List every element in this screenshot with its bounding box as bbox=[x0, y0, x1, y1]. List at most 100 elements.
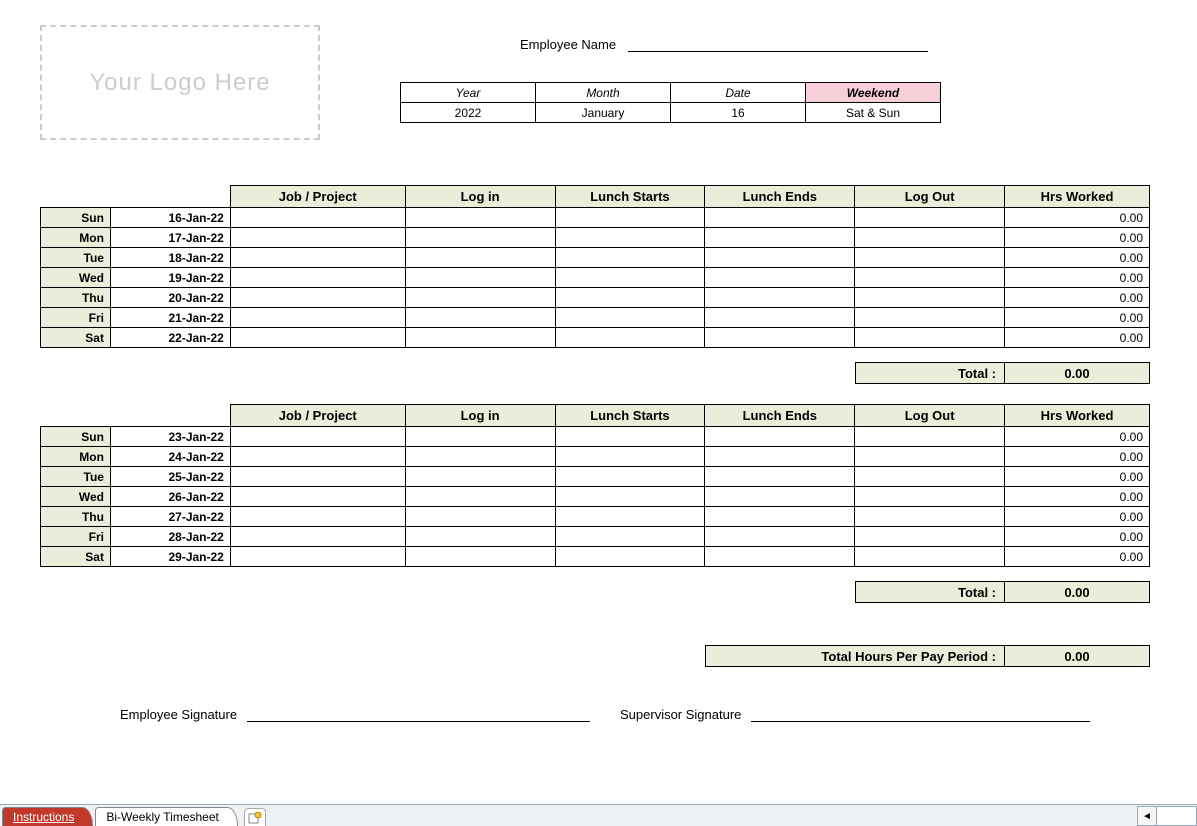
job-cell[interactable] bbox=[230, 487, 405, 507]
job-cell[interactable] bbox=[230, 228, 405, 248]
job-cell[interactable] bbox=[230, 308, 405, 328]
date-cell: 25-Jan-22 bbox=[110, 467, 230, 487]
login-cell[interactable] bbox=[405, 507, 555, 527]
login-cell[interactable] bbox=[405, 248, 555, 268]
table-row: Sun23-Jan-220.00 bbox=[41, 427, 1150, 447]
week1-table: Job / Project Log in Lunch Starts Lunch … bbox=[40, 185, 1150, 348]
lunch-start-cell[interactable] bbox=[555, 527, 705, 547]
lunch-start-cell[interactable] bbox=[555, 308, 705, 328]
lunch-end-cell[interactable] bbox=[705, 208, 855, 228]
scroll-left-button[interactable]: ◄ bbox=[1137, 806, 1157, 826]
employee-name-label: Employee Name bbox=[520, 37, 616, 52]
login-cell[interactable] bbox=[405, 308, 555, 328]
table-row: Tue25-Jan-220.00 bbox=[41, 467, 1150, 487]
login-cell[interactable] bbox=[405, 228, 555, 248]
job-cell[interactable] bbox=[230, 208, 405, 228]
date-cell: 18-Jan-22 bbox=[110, 248, 230, 268]
col-login: Log in bbox=[405, 405, 555, 427]
lunch-end-cell[interactable] bbox=[705, 547, 855, 567]
job-cell[interactable] bbox=[230, 547, 405, 567]
lunch-start-cell[interactable] bbox=[555, 208, 705, 228]
table-row: Sat22-Jan-220.00 bbox=[41, 328, 1150, 348]
lunch-start-cell[interactable] bbox=[555, 328, 705, 348]
lunch-start-cell[interactable] bbox=[555, 507, 705, 527]
logout-cell[interactable] bbox=[855, 507, 1005, 527]
tab-timesheet[interactable]: Bi-Weekly Timesheet bbox=[95, 807, 237, 826]
hrs-worked-cell: 0.00 bbox=[1005, 268, 1150, 288]
logout-cell[interactable] bbox=[855, 308, 1005, 328]
lunch-end-cell[interactable] bbox=[705, 308, 855, 328]
lunch-start-cell[interactable] bbox=[555, 268, 705, 288]
lunch-start-cell[interactable] bbox=[555, 467, 705, 487]
lunch-end-cell[interactable] bbox=[705, 268, 855, 288]
lunch-start-cell[interactable] bbox=[555, 288, 705, 308]
login-cell[interactable] bbox=[405, 547, 555, 567]
logout-cell[interactable] bbox=[855, 467, 1005, 487]
job-cell[interactable] bbox=[230, 427, 405, 447]
day-cell: Thu bbox=[41, 507, 111, 527]
lunch-start-cell[interactable] bbox=[555, 487, 705, 507]
lunch-end-cell[interactable] bbox=[705, 288, 855, 308]
logout-cell[interactable] bbox=[855, 328, 1005, 348]
login-cell[interactable] bbox=[405, 328, 555, 348]
day-cell: Fri bbox=[41, 308, 111, 328]
job-cell[interactable] bbox=[230, 328, 405, 348]
login-cell[interactable] bbox=[405, 268, 555, 288]
tab-instructions[interactable]: Instructions bbox=[2, 807, 93, 826]
job-cell[interactable] bbox=[230, 467, 405, 487]
table-row: Thu27-Jan-220.00 bbox=[41, 507, 1150, 527]
logout-cell[interactable] bbox=[855, 547, 1005, 567]
scroll-track[interactable] bbox=[1157, 806, 1197, 826]
lunch-start-cell[interactable] bbox=[555, 248, 705, 268]
job-cell[interactable] bbox=[230, 527, 405, 547]
hrs-worked-cell: 0.00 bbox=[1005, 288, 1150, 308]
login-cell[interactable] bbox=[405, 447, 555, 467]
job-cell[interactable] bbox=[230, 447, 405, 467]
lunch-end-cell[interactable] bbox=[705, 248, 855, 268]
logout-cell[interactable] bbox=[855, 208, 1005, 228]
pay-period-value: 0.00 bbox=[1005, 645, 1150, 667]
job-cell[interactable] bbox=[230, 288, 405, 308]
logout-cell[interactable] bbox=[855, 427, 1005, 447]
logout-cell[interactable] bbox=[855, 487, 1005, 507]
login-cell[interactable] bbox=[405, 487, 555, 507]
login-cell[interactable] bbox=[405, 467, 555, 487]
job-cell[interactable] bbox=[230, 248, 405, 268]
lunch-end-cell[interactable] bbox=[705, 427, 855, 447]
lunch-end-cell[interactable] bbox=[705, 487, 855, 507]
logout-cell[interactable] bbox=[855, 228, 1005, 248]
info-value-year[interactable]: 2022 bbox=[401, 103, 536, 123]
info-value-month[interactable]: January bbox=[536, 103, 671, 123]
lunch-end-cell[interactable] bbox=[705, 527, 855, 547]
job-cell[interactable] bbox=[230, 268, 405, 288]
date-cell: 28-Jan-22 bbox=[110, 527, 230, 547]
info-value-date[interactable]: 16 bbox=[671, 103, 806, 123]
logout-cell[interactable] bbox=[855, 268, 1005, 288]
day-cell: Tue bbox=[41, 248, 111, 268]
login-cell[interactable] bbox=[405, 527, 555, 547]
lunch-start-cell[interactable] bbox=[555, 228, 705, 248]
logout-cell[interactable] bbox=[855, 248, 1005, 268]
supervisor-signature-line[interactable] bbox=[751, 708, 1090, 722]
job-cell[interactable] bbox=[230, 507, 405, 527]
day-cell: Sat bbox=[41, 328, 111, 348]
logout-cell[interactable] bbox=[855, 527, 1005, 547]
lunch-end-cell[interactable] bbox=[705, 328, 855, 348]
add-sheet-button[interactable] bbox=[244, 808, 266, 826]
employee-name-line[interactable] bbox=[628, 38, 928, 52]
login-cell[interactable] bbox=[405, 427, 555, 447]
logout-cell[interactable] bbox=[855, 288, 1005, 308]
lunch-start-cell[interactable] bbox=[555, 447, 705, 467]
lunch-end-cell[interactable] bbox=[705, 228, 855, 248]
info-value-weekend[interactable]: Sat & Sun bbox=[806, 103, 941, 123]
lunch-start-cell[interactable] bbox=[555, 427, 705, 447]
lunch-start-cell[interactable] bbox=[555, 547, 705, 567]
day-cell: Tue bbox=[41, 467, 111, 487]
logout-cell[interactable] bbox=[855, 447, 1005, 467]
employee-signature-line[interactable] bbox=[247, 708, 590, 722]
lunch-end-cell[interactable] bbox=[705, 507, 855, 527]
lunch-end-cell[interactable] bbox=[705, 447, 855, 467]
login-cell[interactable] bbox=[405, 288, 555, 308]
login-cell[interactable] bbox=[405, 208, 555, 228]
lunch-end-cell[interactable] bbox=[705, 467, 855, 487]
